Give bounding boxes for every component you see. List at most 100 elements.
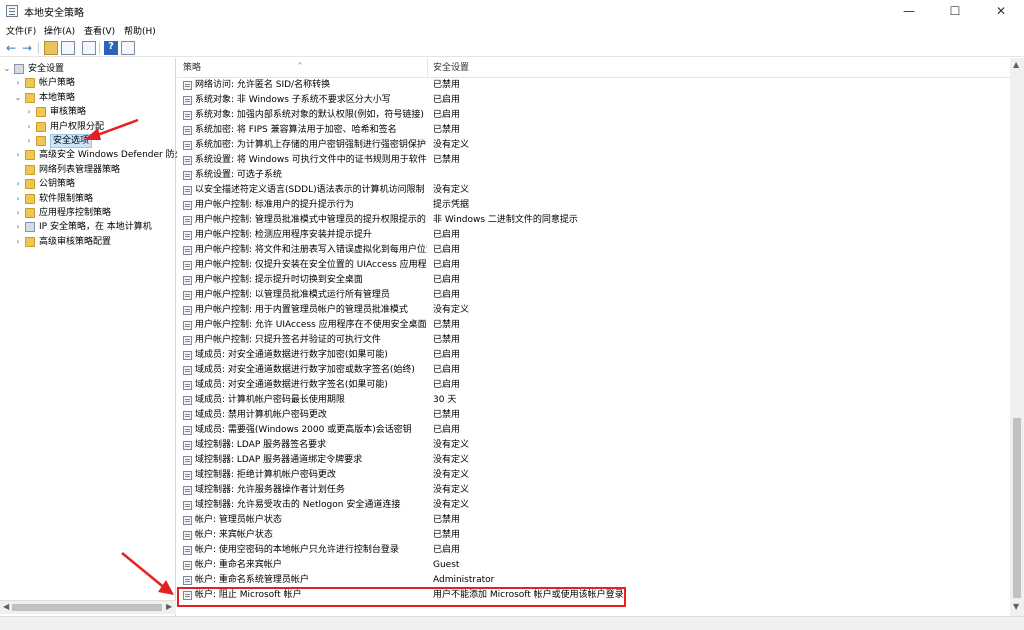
policy-row[interactable]: 域控制器: LDAP 服务器签名要求 没有定义	[177, 438, 1010, 453]
policy-row[interactable]: 域成员: 对安全通道数据进行数字加密(如果可能) 已启用	[177, 348, 1010, 363]
policy-row[interactable]: 系统设置: 将 Windows 可执行文件中的证书规则用于软件... 已禁用	[177, 153, 1010, 168]
chevron-down-icon[interactable]: ⌄	[3, 62, 11, 76]
policy-row[interactable]: 系统加密: 为计算机上存储的用户密钥强制进行强密钥保护 没有定义	[177, 138, 1010, 153]
scroll-left-icon[interactable]: ◀	[3, 602, 9, 611]
policy-icon	[183, 201, 192, 210]
column-header-setting-label: 安全设置	[433, 63, 470, 73]
policy-row[interactable]: 域成员: 需要强(Windows 2000 或更高版本)会话密钥 已启用	[177, 423, 1010, 438]
maximize-button[interactable]: ☐	[932, 0, 978, 22]
menu-help[interactable]: 帮助(H)	[124, 24, 156, 37]
chevron-right-icon[interactable]: ›	[14, 76, 22, 90]
policy-setting: Guest	[433, 560, 460, 570]
show-hide-tree-icon[interactable]	[61, 41, 75, 55]
policy-row[interactable]: 帐户: 使用空密码的本地帐户只允许进行控制台登录 已启用	[177, 543, 1010, 558]
policy-row[interactable]: 帐户: 重命名来宾帐户 Guest	[177, 558, 1010, 573]
policy-row[interactable]: 系统对象: 非 Windows 子系统不要求区分大小写 已启用	[177, 93, 1010, 108]
policy-setting: 已禁用	[433, 125, 461, 135]
folder-icon	[25, 78, 35, 89]
policy-icon	[183, 111, 192, 120]
policy-setting: Administrator	[433, 575, 495, 585]
policy-name: 用户帐户控制: 允许 UIAccess 应用程序在不使用安全桌面...	[195, 320, 427, 330]
tree-item-label: 网络列表管理器策略	[39, 164, 121, 175]
tree-horizontal-scrollbar[interactable]: ◀ ▶	[0, 600, 176, 614]
policy-row[interactable]: 域成员: 对安全通道数据进行数字加密或数字签名(始终) 已启用	[177, 363, 1010, 378]
chevron-right-icon[interactable]: ›	[14, 235, 22, 249]
annotation-highlight-box	[177, 587, 626, 607]
scroll-right-icon[interactable]: ▶	[166, 602, 172, 611]
toolbar: ← → ?	[0, 39, 1024, 57]
policy-setting: 已启用	[433, 260, 461, 270]
menu-view[interactable]: 查看(V)	[84, 24, 115, 37]
chevron-right-icon[interactable]: ›	[25, 120, 33, 134]
chevron-right-icon[interactable]: ›	[14, 206, 22, 220]
policy-row[interactable]: 用户帐户控制: 标准用户的提升提示行为 提示凭据	[177, 198, 1010, 213]
policy-row[interactable]: 系统对象: 加强内部系统对象的默认权限(例如，符号链接) 已启用	[177, 108, 1010, 123]
chevron-right-icon[interactable]: ›	[14, 177, 22, 191]
policy-setting: 没有定义	[433, 440, 470, 450]
policy-icon	[183, 156, 192, 165]
policy-row[interactable]: 用户帐户控制: 检测应用程序安装并提示提升 已启用	[177, 228, 1010, 243]
column-header-setting[interactable]: 安全设置	[428, 58, 1010, 78]
chevron-right-icon[interactable]: ›	[14, 220, 22, 234]
policy-row[interactable]: 系统设置: 可选子系统	[177, 168, 1010, 183]
properties-icon[interactable]	[121, 41, 135, 55]
policy-row[interactable]: 域成员: 计算机帐户密码最长使用期限 30 天	[177, 393, 1010, 408]
menu-action[interactable]: 操作(A)	[44, 24, 75, 37]
policy-name: 用户帐户控制: 标准用户的提升提示行为	[195, 200, 354, 210]
forward-arrow-icon[interactable]: →	[20, 41, 34, 55]
policy-icon	[183, 411, 192, 420]
policy-row[interactable]: 帐户: 重命名系统管理员帐户 Administrator	[177, 573, 1010, 588]
back-arrow-icon[interactable]: ←	[4, 41, 18, 55]
policy-row[interactable]: 域控制器: 允许易受攻击的 Netlogon 安全通道连接 没有定义	[177, 498, 1010, 513]
policy-icon	[183, 396, 192, 405]
export-list-icon[interactable]	[82, 41, 96, 55]
policy-row[interactable]: 用户帐户控制: 管理员批准模式中管理员的提升权限提示的... 非 Windows …	[177, 213, 1010, 228]
scrollbar-thumb[interactable]	[1013, 418, 1021, 598]
menu-bar: 文件(F) 操作(A) 查看(V) 帮助(H)	[0, 22, 1024, 39]
scroll-down-icon[interactable]: ▼	[1013, 602, 1019, 611]
chevron-down-icon[interactable]: ⌄	[14, 91, 22, 105]
policy-icon	[183, 141, 192, 150]
policy-row[interactable]: 帐户: 管理员帐户状态 已禁用	[177, 513, 1010, 528]
policy-row[interactable]: 用户帐户控制: 将文件和注册表写入错误虚拟化到每用户位置 已启用	[177, 243, 1010, 258]
policy-name: 域成员: 对安全通道数据进行数字加密(如果可能)	[195, 350, 388, 360]
menu-file[interactable]: 文件(F)	[6, 24, 36, 37]
chevron-right-icon[interactable]: ›	[14, 148, 22, 162]
policy-row[interactable]: 网络访问: 允许匿名 SID/名称转换 已禁用	[177, 78, 1010, 93]
policy-row[interactable]: 以安全描述符定义语言(SDDL)语法表示的计算机访问限制 没有定义	[177, 183, 1010, 198]
policy-row[interactable]: 用户帐户控制: 只提升签名并验证的可执行文件 已禁用	[177, 333, 1010, 348]
policy-name: 用户帐户控制: 管理员批准模式中管理员的提升权限提示的...	[195, 215, 427, 225]
policy-row[interactable]: 域控制器: 允许服务器操作者计划任务 没有定义	[177, 483, 1010, 498]
scroll-up-icon[interactable]: ▲	[1013, 60, 1019, 69]
policy-row[interactable]: 用户帐户控制: 用于内置管理员帐户的管理员批准模式 没有定义	[177, 303, 1010, 318]
sort-ascending-icon: ^	[297, 62, 303, 70]
chevron-right-icon[interactable]: ›	[25, 105, 33, 119]
scrollbar-thumb[interactable]	[12, 604, 162, 611]
policy-row[interactable]: 用户帐户控制: 提示提升时切换到安全桌面 已启用	[177, 273, 1010, 288]
policy-row[interactable]: 帐户: 来宾帐户状态 已禁用	[177, 528, 1010, 543]
folder-icon	[25, 179, 35, 190]
policy-row[interactable]: 域成员: 禁用计算机帐户密码更改 已禁用	[177, 408, 1010, 423]
column-header-policy[interactable]: 策略 ^	[177, 58, 427, 78]
toolbar-separator	[38, 42, 39, 54]
close-button[interactable]: ✕	[978, 0, 1024, 22]
policy-setting: 没有定义	[433, 485, 470, 495]
policy-row[interactable]: 域控制器: 拒绝计算机帐户密码更改 没有定义	[177, 468, 1010, 483]
policy-row[interactable]: 用户帐户控制: 仅提升安装在安全位置的 UIAccess 应用程序 已启用	[177, 258, 1010, 273]
tree-item-label: 高级安全 Windows Defender 防火墙	[39, 150, 193, 161]
policy-row[interactable]: 域成员: 对安全通道数据进行数字签名(如果可能) 已启用	[177, 378, 1010, 393]
up-folder-icon[interactable]	[44, 41, 58, 55]
chevron-right-icon[interactable]: ›	[14, 192, 22, 206]
policy-row[interactable]: 系统加密: 将 FIPS 兼容算法用于加密、哈希和签名 已禁用	[177, 123, 1010, 138]
policy-row[interactable]: 域控制器: LDAP 服务器通道绑定令牌要求 没有定义	[177, 453, 1010, 468]
policy-icon	[183, 231, 192, 240]
policy-list-vertical-scrollbar[interactable]: ▲ ▼	[1010, 58, 1024, 616]
policy-row[interactable]: 用户帐户控制: 允许 UIAccess 应用程序在不使用安全桌面... 已禁用	[177, 318, 1010, 333]
chevron-right-icon[interactable]: ›	[25, 134, 33, 148]
tree-item-label: 安全选项	[50, 134, 93, 148]
policy-name: 用户帐户控制: 提示提升时切换到安全桌面	[195, 275, 363, 285]
policy-row[interactable]: 用户帐户控制: 以管理员批准模式运行所有管理员 已启用	[177, 288, 1010, 303]
help-icon[interactable]: ?	[104, 41, 118, 55]
minimize-button[interactable]: —	[886, 0, 932, 22]
policy-icon	[183, 501, 192, 510]
